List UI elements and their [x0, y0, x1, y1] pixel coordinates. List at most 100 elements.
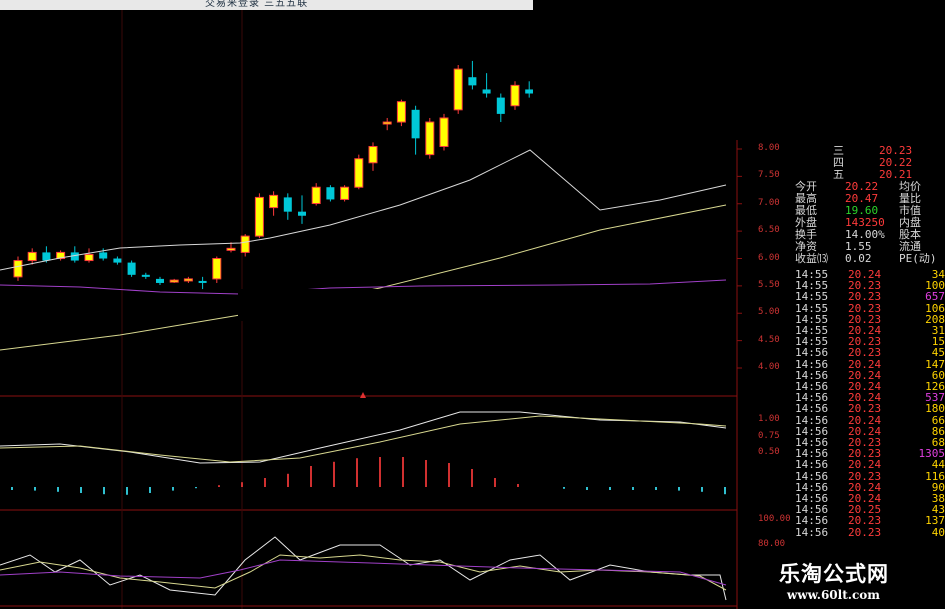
kdj-axis-tick-label: 100.00	[758, 514, 791, 524]
candle	[468, 60, 477, 90]
stat-label: 收益⒀	[795, 252, 828, 265]
candle	[156, 276, 164, 285]
candle-body	[141, 274, 150, 277]
candle-body	[99, 252, 108, 259]
candle-body	[269, 194, 279, 209]
candle	[496, 93, 505, 123]
candle	[354, 154, 364, 190]
candle-body	[13, 260, 23, 278]
candle-body	[283, 197, 292, 212]
macd-axis-tick-label: 1.00	[758, 414, 780, 424]
candle-body	[326, 187, 335, 200]
candle	[340, 185, 350, 202]
candle-body	[510, 84, 520, 107]
brand-url: www.60lt.com	[787, 588, 880, 602]
order-level-label: 五	[833, 168, 844, 181]
candle	[56, 250, 66, 261]
candle	[396, 99, 406, 127]
candle	[198, 276, 207, 290]
candle	[127, 260, 136, 277]
candle-body	[240, 235, 250, 253]
stat-label-2: PE(动)	[899, 252, 937, 265]
kdj-k-line	[0, 536, 727, 601]
overlay-blackout-top-right	[533, 0, 945, 140]
candle	[254, 193, 264, 239]
candle-body	[311, 186, 321, 205]
watermark-brand: 乐淘公式网 www.60lt.com	[755, 548, 945, 609]
candle	[169, 278, 179, 283]
kdj-axis-tick-label: 80.00	[758, 539, 786, 549]
candle-body	[439, 117, 449, 147]
candle-body	[453, 68, 463, 111]
candle	[425, 117, 435, 159]
candle-body	[156, 278, 164, 283]
candle	[27, 248, 37, 265]
candle-body	[496, 97, 505, 114]
price-tick-label: 4.00	[758, 362, 780, 372]
candle-body	[127, 262, 136, 275]
candle-body	[368, 145, 378, 164]
candle-body	[212, 258, 222, 280]
candle	[298, 195, 306, 224]
candle	[269, 191, 279, 216]
candle	[368, 142, 378, 171]
signal-arrow-icon	[360, 392, 366, 398]
candle	[84, 248, 94, 263]
stat-row: 收益⒀ 0.02 PE(动)	[793, 253, 945, 265]
candle-body	[84, 253, 94, 262]
candle	[13, 256, 23, 281]
candle-body	[525, 89, 534, 94]
order-level-row: 三 20.23	[793, 145, 945, 157]
candle-body	[183, 278, 193, 282]
kdj-d-line	[0, 554, 727, 591]
candle-body	[425, 121, 435, 156]
candle-body	[340, 186, 350, 200]
macd-axis-tick-label: 0.50	[758, 447, 780, 457]
candle-body	[113, 258, 122, 263]
candle-body	[354, 158, 364, 188]
candle-body	[254, 196, 264, 237]
price-tick-label: 5.50	[758, 279, 780, 290]
candle-body	[226, 247, 236, 251]
kdj-j-line	[0, 559, 727, 586]
price-tick-label: 7.00	[758, 197, 780, 208]
price-tick-label: 7.50	[758, 170, 780, 181]
candle-body	[411, 109, 420, 139]
price-tick-label: 8.00	[758, 143, 780, 153]
candle-body	[482, 89, 491, 94]
price-tick-label: 5.00	[758, 307, 780, 318]
candle	[439, 113, 449, 151]
tick-price: 20.23	[848, 525, 882, 539]
price-tick-label: 6.50	[758, 225, 780, 236]
candle	[113, 256, 122, 265]
brand-name: 乐淘公式网	[779, 562, 889, 586]
candle-body	[169, 279, 179, 283]
tick-time: 14:56	[795, 525, 829, 539]
candle	[183, 276, 193, 283]
price-tick-label: 6.00	[758, 252, 780, 263]
candle	[382, 117, 392, 131]
candle	[70, 246, 79, 263]
candle-body	[27, 251, 37, 262]
candle-body	[298, 211, 306, 216]
candle-body	[468, 77, 477, 86]
candle	[525, 81, 534, 98]
order-level-row: 四 20.22	[793, 157, 945, 169]
stat-value: 0.02	[845, 252, 872, 265]
candle	[311, 183, 321, 206]
price-tick-label: 4.50	[758, 334, 780, 345]
tick-row[interactable]: 14:56 20.23 40	[793, 525, 945, 539]
candle	[453, 65, 463, 114]
candle-body	[382, 121, 392, 125]
macd-dea-line	[0, 415, 727, 463]
overlay-blackout-center	[238, 289, 706, 321]
candle	[283, 193, 292, 220]
candle-body	[396, 101, 406, 123]
candle	[212, 256, 222, 283]
candle	[411, 105, 420, 155]
tick-volume: 40	[931, 525, 945, 539]
candle	[482, 73, 491, 98]
candle	[326, 185, 335, 202]
candle-body	[42, 252, 51, 261]
candle	[510, 81, 520, 110]
